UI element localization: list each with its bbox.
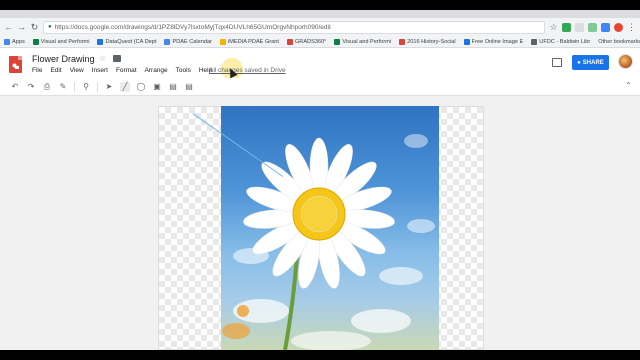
print-icon[interactable]: ⎙ — [42, 82, 52, 92]
bookmark-favicon-icon — [97, 38, 104, 45]
bookmark-item[interactable]: 2016 History-Social — [399, 38, 456, 45]
bookmark-item[interactable]: Free Online Image E — [463, 38, 524, 45]
toolbar-divider — [97, 81, 98, 92]
bookmark-label: PDAE Calendar — [172, 38, 212, 45]
document-title[interactable]: Flower Drawing — [32, 54, 95, 64]
drawings-logo-icon[interactable] — [9, 56, 22, 73]
bookmark-item[interactable]: Visual and Performi — [334, 38, 392, 45]
bookmark-item[interactable]: Visual and Performi — [32, 38, 90, 45]
menu-format[interactable]: Format — [116, 67, 137, 74]
extension-icon[interactable] — [562, 22, 571, 32]
bookmark-item[interactable]: UFDC - Baldwin Libr — [531, 38, 591, 45]
bookmark-favicon-icon — [334, 38, 341, 45]
line-icon[interactable]: ╱ — [120, 81, 130, 92]
paint-format-icon[interactable]: ✎ — [58, 82, 68, 92]
bookmark-label: iMEDIA PDAE Grant — [227, 38, 279, 45]
bookmark-item[interactable]: GRADS360° — [286, 38, 327, 45]
zoom-icon[interactable]: ⚲ — [81, 82, 91, 92]
url-text: https://docs.google.com/drawings/d/1PZ8l… — [54, 23, 331, 31]
image-icon[interactable]: ▤ — [168, 82, 178, 92]
bookmark-label: 2016 History-Social — [407, 38, 456, 45]
extension-icon[interactable] — [601, 22, 610, 32]
save-status[interactable]: All changes saved in Drive — [209, 67, 286, 74]
menu-edit[interactable]: Edit — [50, 67, 61, 74]
bookmark-label: GRADS360° — [294, 38, 327, 45]
star-icon[interactable]: ☆ — [99, 54, 106, 63]
bookmark-label: Free Online Image E — [471, 38, 524, 45]
share-label: SHARE — [582, 59, 604, 66]
bookmark-label: Visual and Performi — [40, 38, 90, 45]
daisy-image — [222, 134, 435, 350]
bookmark-star-icon[interactable]: ☆ — [549, 18, 558, 36]
bookmark-favicon-icon — [463, 38, 470, 45]
bookmark-favicon-icon — [4, 38, 10, 45]
lock-icon: ● — [577, 59, 581, 66]
toolbar: ↶ ↷ ⎙ ✎ ⚲ ➤ ╱ ◯ ▣ ▤ ▤ ⌃ — [0, 78, 640, 96]
forward-icon[interactable]: → — [17, 18, 26, 36]
bookmark-favicon-icon — [286, 38, 293, 45]
url-field[interactable]: ● https://docs.google.com/drawings/d/1PZ… — [43, 20, 545, 34]
redo-icon[interactable]: ↷ — [26, 82, 36, 92]
bookmark-favicon-icon — [399, 38, 406, 45]
daisy-photo[interactable] — [221, 106, 439, 350]
shape-icon[interactable]: ◯ — [136, 82, 146, 92]
comments-icon[interactable] — [552, 58, 562, 67]
bookmarks-bar: Apps Visual and Performi DataQuest (CA Dep… — [0, 36, 640, 48]
bookmark-favicon-icon — [164, 38, 171, 45]
bookmark-favicon-icon — [531, 38, 538, 45]
browser-window: ← → ↻ ● https://docs.google.com/drawings… — [0, 10, 640, 350]
collapse-chevron-icon[interactable]: ⌃ — [625, 81, 632, 90]
back-icon[interactable]: ← — [4, 18, 13, 36]
reload-icon[interactable]: ↻ — [30, 18, 39, 36]
bookmark-item[interactable]: iMEDIA PDAE Grant — [219, 38, 279, 45]
text-box-icon[interactable]: ▣ — [152, 82, 162, 92]
extension-icon[interactable] — [575, 22, 584, 32]
bookmark-favicon-icon — [219, 38, 226, 45]
menu-view[interactable]: View — [70, 67, 84, 74]
avatar[interactable] — [618, 54, 633, 69]
menu-icon[interactable]: ⋮ — [627, 18, 636, 36]
address-bar-row: ← → ↻ ● https://docs.google.com/drawings… — [0, 18, 640, 36]
lock-icon: ● — [48, 24, 52, 30]
bookmark-item[interactable]: PDAE Calendar — [164, 38, 212, 45]
other-bookmarks[interactable]: Other bookmarks — [598, 39, 640, 45]
docs-header: Flower Drawing ☆ File Edit View Insert F… — [0, 48, 640, 80]
letterbox-bottom — [0, 350, 640, 360]
bookmark-item[interactable]: Apps — [4, 38, 25, 45]
chrome-icon[interactable] — [614, 22, 623, 32]
bookmark-label: UFDC - Baldwin Libr — [539, 38, 591, 45]
share-button[interactable]: ● SHARE — [572, 55, 609, 70]
toolbar-divider — [74, 81, 75, 92]
menu-bar: File Edit View Insert Format Arrange Too… — [32, 67, 212, 74]
undo-icon[interactable]: ↶ — [10, 82, 20, 92]
menu-insert[interactable]: Insert — [92, 67, 108, 74]
tab-strip — [0, 10, 640, 18]
bookmark-label: Apps — [12, 38, 25, 45]
select-icon[interactable]: ➤ — [104, 82, 114, 92]
bookmark-label: Visual and Performi — [342, 38, 392, 45]
menu-tools[interactable]: Tools — [176, 67, 191, 74]
menu-arrange[interactable]: Arrange — [145, 67, 168, 74]
menu-file[interactable]: File — [32, 67, 42, 74]
folder-icon[interactable] — [113, 55, 121, 62]
bookmark-label: DataQuest (CA Dept — [105, 38, 157, 45]
bookmark-favicon-icon — [32, 38, 39, 45]
extension-icon[interactable] — [588, 22, 597, 32]
bookmark-item[interactable]: DataQuest (CA Dept — [97, 38, 157, 45]
comment-add-icon[interactable]: ▤ — [184, 82, 194, 92]
